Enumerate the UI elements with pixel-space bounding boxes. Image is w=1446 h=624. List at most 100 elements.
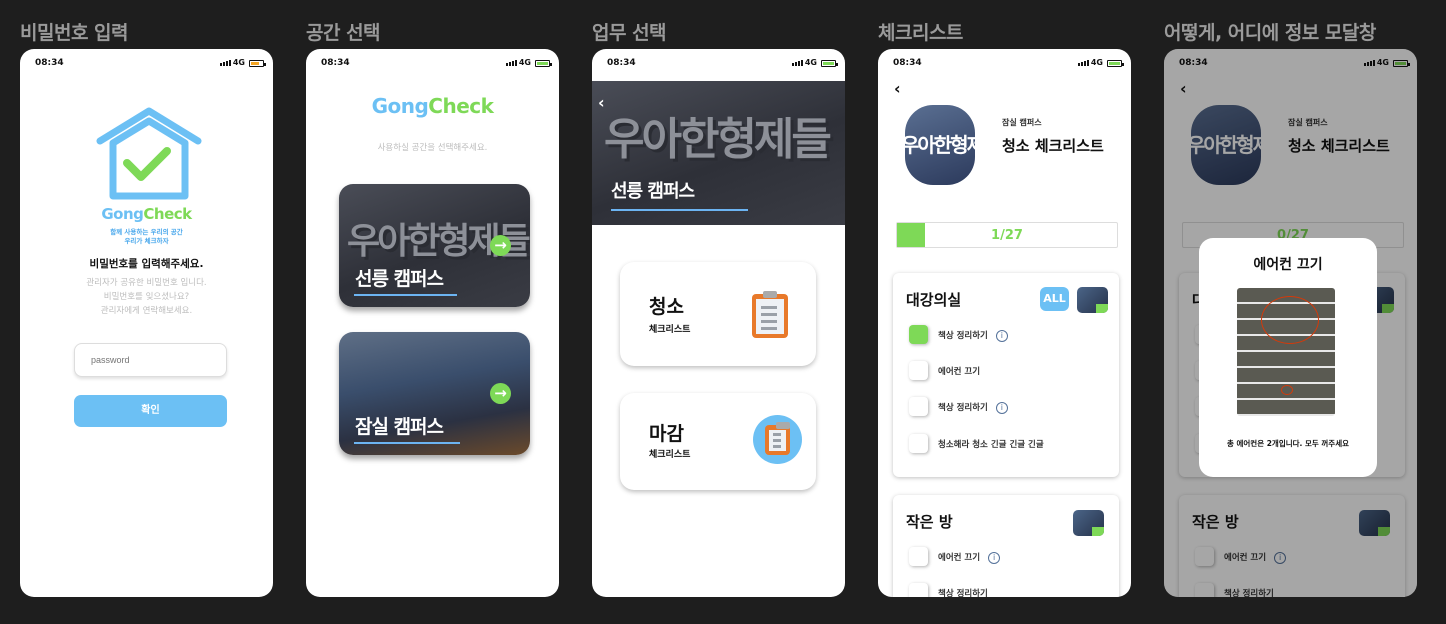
highlight-circle [1281, 385, 1293, 395]
logo-part2: Check [143, 205, 192, 223]
checklist-item-label: 책상 정리하기 [938, 587, 988, 597]
task-card-cleaning[interactable]: 청소 체크리스트 [620, 262, 816, 366]
campus-name: 잠실 캠퍼스 [355, 416, 444, 438]
password-input[interactable] [74, 343, 227, 377]
arrow-right-icon: → [490, 235, 511, 256]
clipboard-icon [752, 291, 788, 338]
checklist-item[interactable]: 에어컨 끄기 i [909, 547, 1109, 567]
logo-part1: Gong [371, 94, 429, 118]
signal-icon [1078, 60, 1089, 66]
screen-title: 업무 선택 [592, 22, 667, 44]
battery-icon [249, 60, 266, 67]
checklist-item-label: 청소해라 청소 긴글 긴글 긴글 [938, 438, 1044, 450]
network-label: 4G [518, 58, 531, 67]
battery-icon [1107, 60, 1124, 67]
network-label: 4G [232, 58, 245, 67]
checklist-item[interactable]: 에어컨 끄기 [909, 361, 1109, 381]
checkbox[interactable] [909, 397, 928, 416]
progress-bar: 1/27 [896, 222, 1118, 248]
photo-sign: 우아한형제들 [604, 114, 832, 165]
aircon-photo [1237, 288, 1335, 416]
room-card: 작은 방 에어컨 끄기 i 책상 정리하기 [893, 495, 1119, 597]
house-check-icon [96, 107, 202, 200]
item-text: 책상 정리하기 [938, 331, 988, 341]
campus-card-seolleung[interactable]: 우아한형제들 → 선릉 캠퍼스 [339, 184, 530, 307]
status-bar: 08:34 4G [878, 49, 1131, 79]
modal-title: 에어컨 끄기 [1253, 257, 1323, 273]
space-subtitle: 사용하실 공간을 선택해주세요. [377, 143, 488, 153]
space-select-screen: 08:34 4G GongCheck 사용하실 공간을 선택해주세요. 우아한형… [306, 49, 559, 597]
task-title: 마감 [649, 423, 684, 445]
item-text: 책상 정리하기 [938, 589, 988, 597]
task-title: 청소 [649, 296, 684, 318]
task-subtitle: 체크리스트 [649, 325, 691, 335]
checklist-title: 청소 체크리스트 [1002, 137, 1104, 155]
checklist-item[interactable]: 책상 정리하기 i [909, 325, 1109, 345]
status-time: 08:34 [607, 58, 636, 68]
network-label: 4G [1090, 58, 1103, 67]
info-modal: 에어컨 끄기 총 에어컨은 2개입니다. 모두 꺼주세요 [1199, 238, 1377, 477]
password-screen: 08:34 4G GongCheck 함께 사용하는 우리의 공간 우리가 체크… [20, 49, 273, 597]
status-time: 08:34 [35, 58, 64, 68]
checklist-item-label: 책상 정리하기 i [938, 329, 1008, 342]
task-card-closing[interactable]: 마감 체크리스트 [620, 393, 816, 490]
campus-title: 선릉 캠퍼스 [611, 181, 695, 202]
campus-name: 선릉 캠퍼스 [355, 268, 444, 290]
tagline-line2: 우리가 체크하자 [124, 237, 169, 245]
back-icon[interactable]: ‹ [598, 93, 605, 112]
checkbox[interactable] [909, 583, 928, 597]
network-label: 4G [804, 58, 817, 67]
logo-part2: Check [428, 94, 494, 118]
modal-message: 총 에어컨은 2개입니다. 모두 꺼주세요 [1226, 439, 1349, 448]
screen-title: 어떻게, 어디에 정보 모달창 [1164, 22, 1376, 44]
progress-label: 1/27 [991, 228, 1023, 243]
checklist-item[interactable]: 책상 정리하기 [909, 583, 1109, 597]
back-icon[interactable]: ‹ [894, 79, 901, 98]
app-logo: GongCheck [306, 94, 559, 118]
item-text: 에어컨 끄기 [938, 553, 981, 563]
campus-card-jamsil[interactable]: → 잠실 캠퍼스 [339, 332, 530, 455]
screen-title: 비밀번호 입력 [20, 22, 129, 44]
campus-underline [611, 209, 748, 211]
status-bar: 08:34 4G [306, 49, 559, 79]
room-card: 대강의실 ALL 책상 정리하기i에어컨 끄기책상 정리하기i청소해라 청소 긴… [893, 273, 1119, 477]
checkbox[interactable] [909, 434, 928, 453]
info-icon[interactable]: i [988, 551, 1001, 564]
password-desc: 관리자가 공유한 비밀번호 입니다. [86, 278, 207, 288]
info-modal-screen: 08:34 4G ‹ 우아한형제들 잠실 캠퍼스청소 체크리스트 0/27 대강… [1164, 49, 1417, 597]
checklist-item-label: 에어컨 끄기 i [938, 551, 1001, 564]
signal-icon [792, 60, 803, 66]
confirm-button[interactable]: 확인 [74, 395, 227, 427]
password-heading: 비밀번호를 입력해주세요. [89, 258, 204, 270]
campus-underline [354, 442, 460, 444]
signal-icon [506, 60, 517, 66]
checkbox[interactable] [909, 547, 928, 566]
checkbox[interactable] [909, 361, 928, 380]
info-icon[interactable]: i [995, 329, 1008, 342]
item-text: 청소해라 청소 긴글 긴글 긴글 [938, 440, 1044, 450]
password-desc: 관리자에게 연락해보세요. [100, 306, 193, 316]
campus-label: 잠실 캠퍼스 [1002, 118, 1042, 127]
campus-header: 우아한형제들 ‹ 선릉 캠퍼스 [592, 81, 845, 225]
room-thumbnail[interactable] [1077, 287, 1108, 313]
status-bar: 08:34 4G [20, 49, 273, 79]
password-desc: 비밀번호를 잊으셨나요? [103, 292, 190, 302]
item-text: 에어컨 끄기 [938, 367, 981, 377]
highlight-circle [1261, 296, 1319, 344]
info-icon[interactable]: i [995, 401, 1008, 414]
task-select-screen: 08:34 4G 우아한형제들 ‹ 선릉 캠퍼스 청소 체크리스트 마감 체크리… [592, 49, 845, 597]
checklist-item[interactable]: 책상 정리하기 i [909, 397, 1109, 417]
room-title: 대강의실 [906, 291, 962, 309]
checklist-screen: 08:34 4G ‹ 우아한형제들 잠실 캠퍼스 청소 체크리스트 1/27 대… [878, 49, 1131, 597]
logo-part1: Gong [101, 205, 144, 223]
arrow-right-icon: → [490, 383, 511, 404]
campus-underline [354, 294, 457, 296]
all-check-button[interactable]: ALL [1040, 287, 1069, 311]
status-time: 08:34 [893, 58, 922, 68]
checkbox[interactable] [909, 325, 928, 344]
room-thumbnail[interactable] [1073, 510, 1104, 536]
campus-avatar: 우아한형제들 [905, 105, 975, 185]
app-logo: GongCheck [20, 205, 273, 223]
checklist-item[interactable]: 청소해라 청소 긴글 긴글 긴글 [909, 434, 1109, 454]
clipboard-icon [753, 415, 802, 464]
